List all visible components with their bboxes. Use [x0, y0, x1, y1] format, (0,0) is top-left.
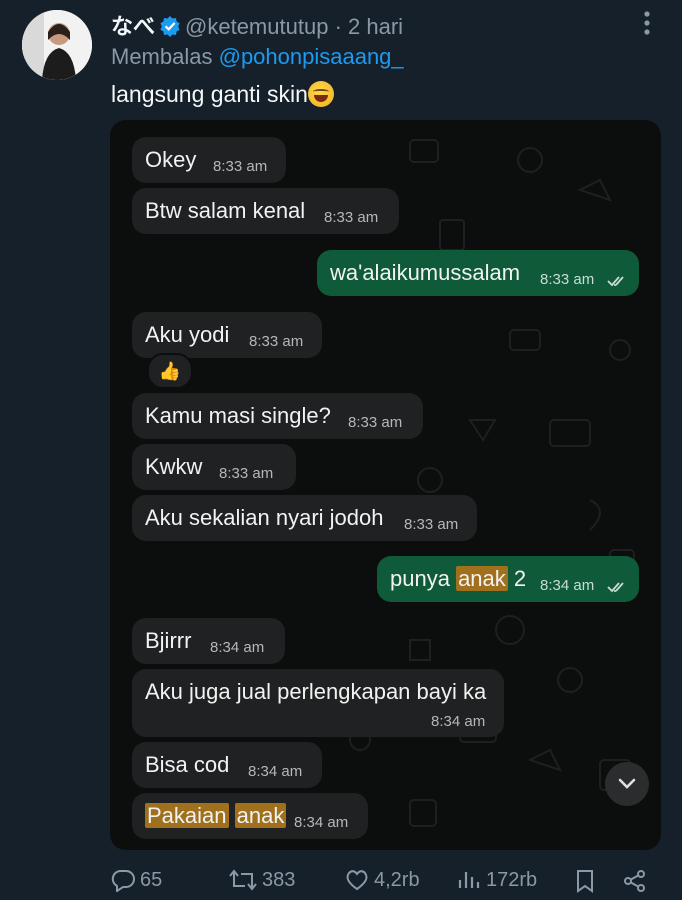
tweet-action-bar: 65 383 4,2rb 172rb — [0, 868, 682, 900]
message-text: Okey — [145, 147, 197, 172]
message-text: Aku yodi — [145, 322, 230, 347]
avatar-photo — [22, 10, 92, 80]
message-incoming: Aku juga jual perlengkapan bayi ka 8:34 … — [132, 669, 504, 737]
retweet-count: 383 — [262, 868, 296, 891]
read-receipt-icon — [607, 276, 624, 287]
message-text: wa'alaikumussalam — [330, 260, 521, 285]
message-incoming: Okey 8:33 am — [132, 137, 286, 183]
author-name[interactable]: なべ — [111, 14, 155, 39]
retweet-icon — [229, 869, 257, 891]
avatar[interactable] — [22, 10, 92, 80]
reply-button[interactable]: 65 — [110, 868, 162, 892]
message-text: Bisa cod — [145, 752, 230, 777]
message-incoming: Kwkw 8:33 am — [132, 444, 296, 490]
share-button[interactable] — [622, 868, 652, 894]
message-time: 8:33 am — [540, 271, 595, 288]
thumbs-up-reaction-icon[interactable]: 👍 — [147, 353, 193, 389]
message-text-part: 2 — [507, 566, 527, 591]
retweet-button[interactable]: 383 — [228, 868, 295, 892]
message-text: Bjirrr — [145, 628, 192, 653]
heart-icon — [346, 870, 368, 891]
read-receipt-icon — [607, 582, 624, 593]
message-time: 8:34 am — [210, 639, 265, 656]
message-time: 8:33 am — [404, 516, 459, 533]
message-text: Pakaian anak — [145, 803, 287, 829]
author-handle[interactable]: @ketemututup — [185, 14, 328, 39]
message-incoming: Aku yodi 8:33 am — [132, 312, 322, 358]
message-time: 8:33 am — [213, 158, 268, 175]
message-time: 8:33 am — [348, 414, 403, 431]
views-button[interactable]: 172rb — [456, 868, 537, 892]
message-time: 8:33 am — [249, 333, 304, 350]
bookmark-icon — [577, 870, 593, 893]
message-text-part: punya — [390, 566, 457, 591]
views-count: 172rb — [486, 868, 538, 891]
message-incoming: Aku sekalian nyari jodoh 8:33 am — [132, 495, 477, 541]
message-text: Aku sekalian nyari jodoh — [145, 505, 384, 530]
message-time: 8:34 am — [248, 763, 303, 780]
tweet-time[interactable]: 2 hari — [348, 14, 403, 39]
more-options-icon[interactable] — [632, 10, 662, 36]
message-time: 8:34 am — [540, 577, 595, 594]
reply-handle-link[interactable]: @pohonpisaaang_ — [219, 44, 404, 69]
share-icon — [624, 870, 645, 892]
verified-badge-icon — [159, 15, 181, 43]
tweet-text: langsung ganti skin — [111, 81, 334, 108]
message-time: 8:34 am — [431, 713, 486, 730]
message-time: 8:33 am — [219, 465, 274, 482]
reply-count: 65 — [140, 868, 163, 891]
search-highlight: anak — [456, 566, 508, 591]
tweet-text-content: langsung ganti skin — [111, 81, 308, 107]
views-icon — [458, 872, 480, 888]
chevron-down-icon — [618, 778, 636, 789]
bookmark-button[interactable] — [573, 868, 601, 894]
face-with-tears-of-joy-icon — [307, 81, 334, 107]
message-text: Kamu masi single? — [145, 403, 331, 428]
message-incoming: Btw salam kenal 8:33 am — [132, 188, 399, 234]
separator: · — [334, 14, 342, 39]
message-outgoing: punya anak 2 8:34 am — [377, 556, 639, 602]
message-text: Kwkw — [145, 454, 203, 479]
message-time: 8:34 am — [294, 814, 349, 831]
message-time: 8:33 am — [324, 209, 379, 226]
attached-chat-image[interactable]: Okey 8:33 am Btw salam kenal 8:33 am wa'… — [110, 120, 661, 850]
message-text: Btw salam kenal — [145, 198, 306, 223]
search-highlight: anak — [234, 803, 287, 828]
tweet-header: なべ @ketemututup · 2 hari — [111, 9, 403, 43]
scroll-down-button[interactable] — [605, 762, 649, 806]
message-incoming: Bisa cod 8:34 am — [132, 742, 322, 788]
search-highlight: Pakaian — [145, 803, 229, 828]
message-incoming: Kamu masi single? 8:33 am — [132, 393, 423, 439]
message-outgoing: wa'alaikumussalam 8:33 am — [317, 250, 639, 296]
like-count: 4,2rb — [374, 868, 420, 891]
reply-prefix: Membalas — [111, 44, 213, 69]
message-text: punya anak 2 — [390, 566, 526, 592]
like-button[interactable]: 4,2rb — [344, 868, 420, 892]
message-incoming: Pakaian anak 8:34 am — [132, 793, 368, 839]
reply-context: Membalas @pohonpisaaang_ — [111, 44, 404, 70]
message-incoming: Bjirrr 8:34 am — [132, 618, 285, 664]
message-text: Aku juga jual perlengkapan bayi ka — [145, 679, 487, 704]
reply-icon — [111, 870, 135, 892]
